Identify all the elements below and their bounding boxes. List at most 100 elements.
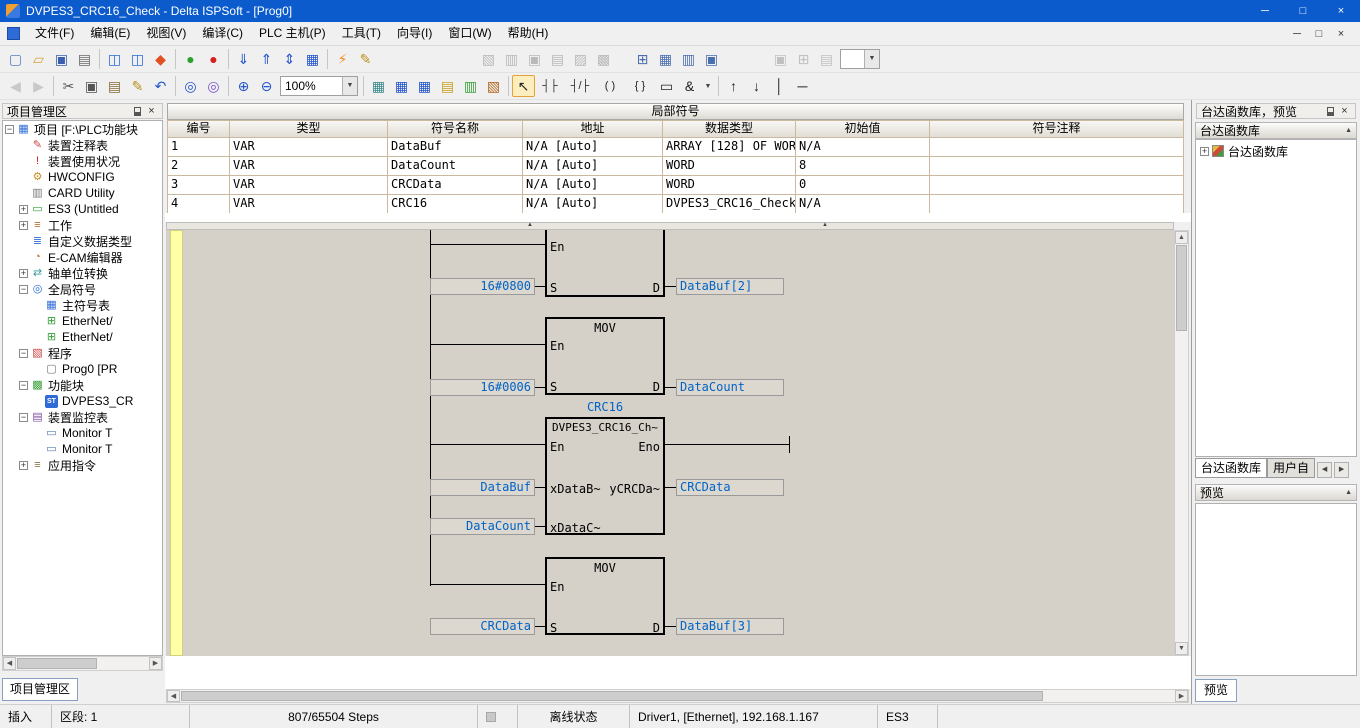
menu-item-7[interactable]: 窗口(W)	[440, 22, 499, 45]
expand-icon[interactable]: +	[19, 269, 28, 278]
table-cell[interactable]: N/A [Auto]	[523, 195, 663, 214]
tree-item[interactable]: ≣自定义数据类型	[3, 233, 162, 249]
table-cell[interactable]: 1	[168, 138, 230, 157]
table-row[interactable]: 4VARCRC16N/A [Auto]DVPES3_CRC16_CheckN/A	[168, 195, 1184, 214]
tree-item[interactable]: +▭ES3 (Untitled	[3, 201, 162, 217]
symbol-table-toolbar-icon[interactable]: ▥	[677, 48, 700, 70]
verify-program-icon[interactable]: ⇕	[278, 48, 301, 70]
scrollbar-thumb[interactable]	[181, 691, 1043, 701]
back-icon[interactable]: ◀	[4, 75, 27, 97]
menu-item-2[interactable]: 视图(V)	[138, 22, 194, 45]
table-cell[interactable]	[930, 138, 1184, 157]
table-cell[interactable]: N/A [Auto]	[523, 157, 663, 176]
minimize-button[interactable]: ─	[1246, 0, 1284, 22]
scroll-right-icon[interactable]: ▶	[149, 657, 162, 670]
horizontal-line-icon[interactable]: ─	[791, 75, 814, 97]
table-cell[interactable]: DVPES3_CRC16_Check	[663, 195, 796, 214]
options-icon[interactable]: ▣	[700, 48, 723, 70]
table-cell[interactable]: WORD	[663, 157, 796, 176]
menu-item-3[interactable]: 编译(C)	[194, 22, 251, 45]
preview-section-header[interactable]: 预览 ▲	[1195, 484, 1357, 501]
ladder-vscrollbar[interactable]: ▲ ▼	[1174, 230, 1189, 656]
collapse-icon[interactable]: −	[19, 413, 28, 422]
mov-block-3[interactable]: MOV En S D	[545, 557, 665, 635]
project-tree-hscrollbar[interactable]: ◀ ▶	[2, 656, 163, 671]
operand-input[interactable]: 16#0006	[430, 379, 535, 396]
insert-network-above-icon[interactable]: ▦	[390, 75, 413, 97]
tab-scroll-right-icon[interactable]: ▶	[1334, 462, 1349, 478]
tree-item[interactable]: −▩功能块	[3, 377, 162, 393]
simulator-icon[interactable]: ▧	[477, 48, 500, 70]
table-cell[interactable]: VAR	[230, 195, 388, 214]
open-project-icon[interactable]: ▱	[27, 48, 50, 70]
operand-output[interactable]: DataBuf[3]	[676, 618, 784, 635]
tree-item[interactable]: −▤装置监控表	[3, 409, 162, 425]
collapse-icon[interactable]: −	[19, 381, 28, 390]
table-cell[interactable]: N/A [Auto]	[523, 176, 663, 195]
project-panel-tab[interactable]: 项目管理区	[2, 678, 78, 701]
menu-item-0[interactable]: 文件(F)	[27, 22, 82, 45]
selection-tool-icon[interactable]: ↖	[512, 75, 535, 97]
set-password-icon[interactable]: ▣	[523, 48, 546, 70]
copy-icon[interactable]: ▣	[80, 75, 103, 97]
tab-user-library[interactable]: 用户自	[1267, 458, 1315, 478]
function-block-icon[interactable]: ▭	[655, 75, 678, 97]
forward-icon[interactable]: ▶	[27, 75, 50, 97]
operand-output[interactable]: DataCount	[676, 379, 784, 396]
format-painter-icon[interactable]: ✎	[126, 75, 149, 97]
tab-scroll-left-icon[interactable]: ◀	[1317, 462, 1332, 478]
combo-dropdown-icon[interactable]: ▼	[342, 77, 357, 95]
tree-item[interactable]: !装置使用状况	[3, 153, 162, 169]
child-window-icon[interactable]	[7, 27, 20, 40]
splitter[interactable]: ▲ ▲	[166, 222, 1174, 230]
save-icon[interactable]: ▣	[50, 48, 73, 70]
scroll-left-icon[interactable]: ◀	[167, 690, 180, 702]
tree-item[interactable]: ▭Monitor T	[3, 425, 162, 441]
scroll-down-icon[interactable]: ▼	[1175, 642, 1188, 655]
rising-edge-icon[interactable]: ↑	[722, 75, 745, 97]
table-cell[interactable]: 3	[168, 176, 230, 195]
operand-output[interactable]: DataBuf[2]	[676, 278, 784, 295]
menu-item-8[interactable]: 帮助(H)	[500, 22, 557, 45]
tree-item[interactable]: +≡应用指令	[3, 457, 162, 473]
zoom-in-icon[interactable]: ⊕	[232, 75, 255, 97]
collapse-icon[interactable]: −	[5, 125, 14, 134]
table-cell[interactable]	[930, 176, 1184, 195]
compile-icon[interactable]: ◆	[149, 48, 172, 70]
table-row[interactable]: 3VARCRCDataN/A [Auto]WORD0	[168, 176, 1184, 195]
scroll-right-icon[interactable]: ▶	[1175, 690, 1188, 702]
ampersand-icon[interactable]: &	[678, 75, 701, 97]
expand-icon[interactable]: +	[19, 221, 28, 230]
table-cell[interactable]: ARRAY [128] OF WORD	[663, 138, 796, 157]
program-compare-icon[interactable]: ▥	[500, 48, 523, 70]
tree-item[interactable]: ▦主符号表	[3, 297, 162, 313]
mov-block-2[interactable]: MOV En S D	[545, 317, 665, 395]
menu-item-6[interactable]: 向导(I)	[389, 22, 440, 45]
child-minimize-button[interactable]: ─	[1286, 28, 1308, 40]
tree-item[interactable]: ◔E-CAM编辑器	[3, 249, 162, 265]
ladder-hscrollbar[interactable]: ◀ ▶	[166, 689, 1189, 703]
table-row[interactable]: 2VARDataCountN/A [Auto]WORD8	[168, 157, 1184, 176]
window-layout-icon[interactable]: ◫	[103, 48, 126, 70]
tree-item[interactable]: −◎全局符号	[3, 281, 162, 297]
upload-program-icon[interactable]: ⇑	[255, 48, 278, 70]
table-cell[interactable]	[930, 195, 1184, 214]
table-cell[interactable]: DataBuf	[388, 138, 523, 157]
operand-output[interactable]: CRCData	[676, 479, 784, 496]
menu-item-5[interactable]: 工具(T)	[334, 22, 389, 45]
closed-contact-icon[interactable]: ┤/├	[565, 75, 595, 97]
help-topic-icon[interactable]: ▣	[769, 48, 792, 70]
table-cell[interactable]: WORD	[663, 176, 796, 195]
expand-icon[interactable]: +	[1200, 147, 1209, 156]
operand-input[interactable]: DataBuf	[430, 479, 535, 496]
tree-item[interactable]: ✎装置注释表	[3, 137, 162, 153]
vertical-line-icon[interactable]: │	[768, 75, 791, 97]
library-tree[interactable]: + 台达函数库	[1195, 139, 1357, 457]
tree-item[interactable]: −▧程序	[3, 345, 162, 361]
stop-icon[interactable]: ●	[202, 48, 225, 70]
print-icon[interactable]: ▤	[73, 48, 96, 70]
close-panel-icon[interactable]: ×	[1338, 105, 1351, 117]
open-contact-icon[interactable]: ┤├	[535, 75, 565, 97]
pin-icon[interactable]	[134, 107, 141, 116]
find-icon[interactable]: ◎	[179, 75, 202, 97]
